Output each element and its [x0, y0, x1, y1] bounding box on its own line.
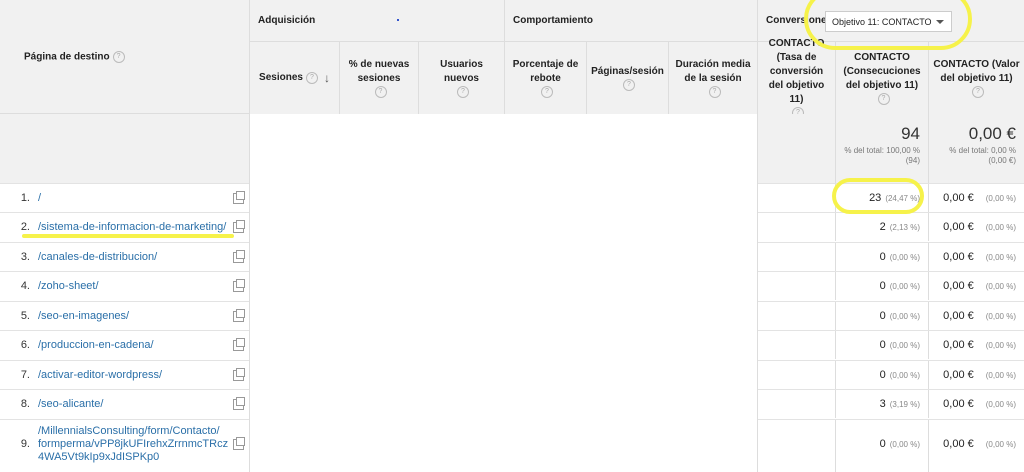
page-link[interactable]: /seo-alicante/	[38, 398, 103, 410]
group-acquisition: Adquisición	[249, 0, 504, 42]
underline-row2-link	[22, 234, 234, 238]
page-link[interactable]: /	[38, 192, 41, 204]
page-link[interactable]: /produccion-en-cadena/	[38, 339, 154, 351]
totals-value: 0,00 € % del total: 0,00 % (0,00 €)	[928, 114, 1024, 183]
value-cell: 0,00 € (0,00 %)	[943, 369, 1016, 381]
page-link[interactable]: /canales-de-distribucion/	[38, 251, 157, 263]
totals-left	[0, 114, 249, 183]
totals-conv-rate	[757, 114, 835, 183]
value-cell: 0,00 € (0,00 %)	[943, 192, 1016, 204]
col-sessions[interactable]: Sesiones? ↓	[249, 42, 339, 114]
completions-cell: 3 (3,19 %)	[879, 398, 920, 410]
value-cell: 0,00 € (0,00 %)	[943, 221, 1016, 233]
open-external-icon[interactable]	[233, 397, 245, 410]
totals-completions: 94 % del total: 100,00 % (94)	[835, 114, 928, 183]
completions-cell: 0 (0,00 %)	[879, 438, 920, 450]
completions-cell: 0 (0,00 %)	[879, 280, 920, 292]
redacted-area	[249, 114, 757, 472]
open-external-icon[interactable]	[233, 368, 245, 381]
value-cell: 0,00 € (0,00 %)	[943, 339, 1016, 351]
col-bounce[interactable]: Porcentaje de rebote?	[504, 42, 586, 114]
value-cell: 0,00 € (0,00 %)	[943, 251, 1016, 263]
row-number: 8.	[20, 398, 30, 410]
open-external-icon[interactable]	[233, 191, 245, 204]
value-cell: 0,00 € (0,00 %)	[943, 398, 1016, 410]
page-link[interactable]: /zoho-sheet/	[38, 280, 99, 292]
completions-cell: 0 (0,00 %)	[879, 369, 920, 381]
row-number: 6.	[20, 339, 30, 351]
row-number: 1.	[20, 192, 30, 204]
row-number: 5.	[20, 310, 30, 322]
page-link[interactable]: /sistema-de-informacion-de-marketing/	[38, 221, 226, 233]
column-divider	[757, 114, 758, 472]
completions-cell: 0 (0,00 %)	[879, 339, 920, 351]
completions-cell: 2 (2,13 %)	[879, 221, 920, 233]
dimension-header[interactable]: Página de destino?	[24, 51, 125, 63]
col-duration[interactable]: Duración media de la sesión?	[668, 42, 757, 114]
open-external-icon[interactable]	[233, 220, 245, 233]
row-number: 7.	[20, 369, 30, 381]
completions-cell: 0 (0,00 %)	[879, 251, 920, 263]
col-new-users[interactable]: Usuarios nuevos?	[418, 42, 504, 114]
row-number: 3.	[20, 251, 30, 263]
highlight-row1-completions	[832, 178, 924, 214]
open-external-icon[interactable]	[233, 279, 245, 292]
open-external-icon[interactable]	[233, 338, 245, 351]
column-divider	[249, 114, 250, 472]
col-value[interactable]: CONTACTO (Valor del objetivo 11)?	[928, 42, 1024, 114]
page-link[interactable]: /seo-en-imagenes/	[38, 310, 129, 322]
value-cell: 0,00 € (0,00 %)	[943, 310, 1016, 322]
value-cell: 0,00 € (0,00 %)	[943, 280, 1016, 292]
col-pages-session[interactable]: Páginas/sesión?	[586, 42, 668, 114]
sort-down-icon: ↓	[323, 71, 330, 85]
col-new-sessions[interactable]: % de nuevas sesiones?	[339, 42, 418, 114]
completions-cell: 0 (0,00 %)	[879, 310, 920, 322]
row-number: 9.	[20, 438, 30, 450]
open-external-icon[interactable]	[233, 437, 245, 450]
row-number: 4.	[20, 280, 30, 292]
open-external-icon[interactable]	[233, 309, 245, 322]
help-icon[interactable]: ?	[112, 51, 125, 63]
value-cell: 0,00 € (0,00 %)	[943, 438, 1016, 450]
page-link[interactable]: /activar-editor-wordpress/	[38, 369, 162, 381]
open-external-icon[interactable]	[233, 250, 245, 263]
col-completions[interactable]: CONTACTO (Consecuciones del objetivo 11)…	[835, 42, 928, 114]
row-number: 2.	[20, 221, 30, 233]
highlight-goal-select	[804, 0, 972, 50]
page-link[interactable]: /MillennialsConsulting/form/Contacto/for…	[38, 425, 228, 464]
group-behavior: Comportamiento	[504, 0, 757, 42]
col-conv-rate[interactable]: CONTACTO (Tasa de conversión del objetiv…	[757, 38, 835, 119]
